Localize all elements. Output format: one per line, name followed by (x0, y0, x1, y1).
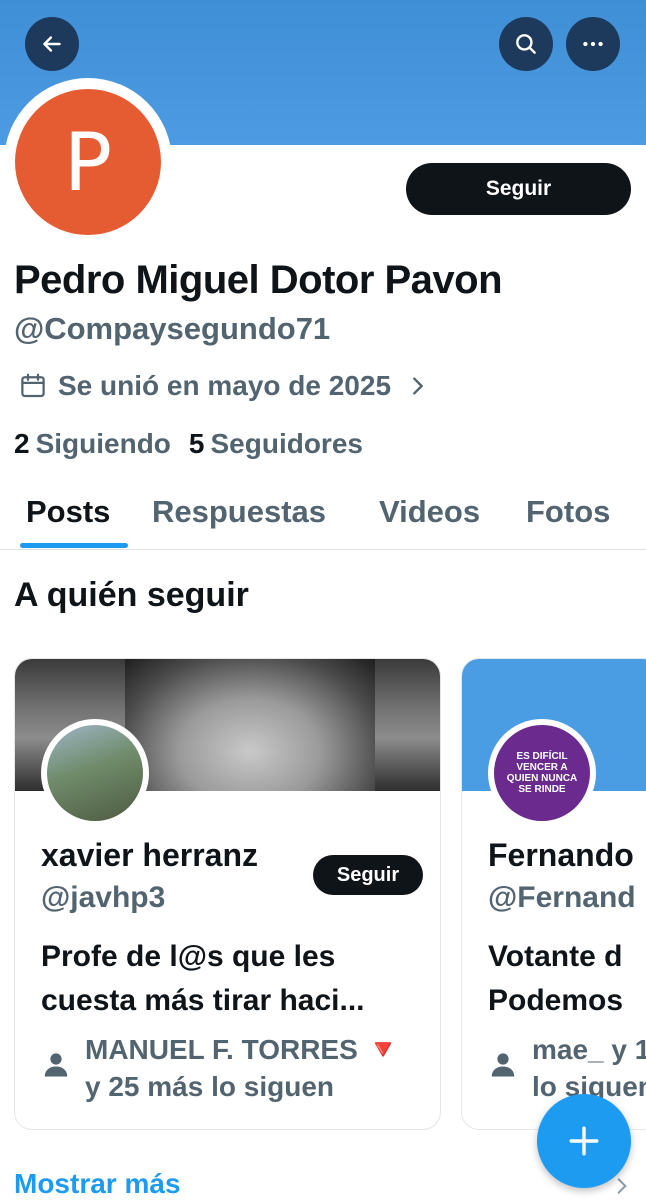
card-bio-line: Podemos (488, 984, 624, 1017)
followed-by: mae_ y 1 lo siguen (488, 1031, 646, 1105)
card-bio-line: cuesta más tirar haci... (41, 984, 365, 1017)
following-link[interactable]: 2 Siguiendo (14, 428, 171, 460)
card-handle: @Fernand (488, 881, 636, 914)
followers-label: Seguidores (210, 428, 363, 459)
follow-stats: 2 Siguiendo 5 Seguidores (14, 428, 363, 460)
card-avatar-ring (41, 719, 149, 827)
joined-date-row[interactable]: Se unió en mayo de 2025 (18, 370, 429, 402)
tab-videos[interactable]: Videos (379, 494, 480, 530)
tab-fotos[interactable]: Fotos (526, 494, 610, 530)
show-more-link[interactable]: Mostrar más (14, 1168, 181, 1200)
profile-name: Pedro Miguel Dotor Pavon (14, 258, 503, 302)
followers-link[interactable]: 5 Seguidores (189, 428, 363, 460)
suggestion-card[interactable]: xavier herranz @javhp3 Seguir Profe de l… (14, 658, 441, 1130)
avatar[interactable]: P (15, 89, 161, 235)
banner-photo (125, 659, 375, 791)
card-bio: Votante d Podemos (488, 935, 646, 1023)
back-button[interactable] (25, 17, 79, 71)
card-name: xavier herranz (41, 837, 259, 873)
more-horizontal-icon (583, 41, 603, 47)
avatar-shirt-text: ES DIFÍCIL VENCER A QUIEN NUNCA SE RINDE (506, 751, 578, 795)
card-name: Fernando (488, 837, 634, 873)
joined-date: Se unió en mayo de 2025 (58, 370, 392, 401)
arrow-left-icon (43, 36, 61, 52)
followed-by-line: MANUEL F. TORRES 🔻 (85, 1034, 401, 1065)
more-options-button[interactable] (566, 17, 620, 71)
calendar-icon (21, 373, 45, 398)
card-follow-button[interactable]: Seguir (313, 855, 423, 895)
search-button[interactable] (499, 17, 553, 71)
active-tab-indicator (20, 543, 128, 548)
followers-count: 5 (188, 428, 205, 459)
tab-posts[interactable]: Posts (26, 494, 110, 530)
avatar-letter: P (63, 115, 113, 209)
profile-handle: @Compaysegundo71 (14, 311, 331, 346)
following-count: 2 (14, 428, 30, 459)
search-icon (516, 34, 536, 54)
tab-respuestas[interactable]: Respuestas (152, 494, 326, 530)
followed-by-line: mae_ y 1 (532, 1034, 646, 1065)
followed-by: MANUEL F. TORRES 🔻 y 25 más lo siguen (41, 1031, 400, 1105)
following-label: Siguiendo (35, 428, 171, 459)
card-avatar-ring: ES DIFÍCIL VENCER A QUIEN NUNCA SE RINDE (488, 719, 596, 827)
follow-button-label: Seguir (485, 177, 552, 200)
card-avatar[interactable] (47, 725, 143, 821)
who-to-follow-title: A quién seguir (14, 576, 249, 614)
compose-button[interactable] (537, 1094, 631, 1188)
follow-button[interactable]: Seguir (406, 163, 631, 215)
chevron-right-icon (617, 1178, 627, 1194)
suggestion-card[interactable]: ES DIFÍCIL VENCER A QUIEN NUNCA SE RINDE… (461, 658, 646, 1130)
card-bio: Profe de l@s que les cuesta más tirar ha… (41, 935, 431, 1023)
card-bio-line: Profe de l@s que les (41, 940, 336, 973)
card-bio-line: Votante d (488, 940, 623, 973)
card-handle: @javhp3 (41, 881, 166, 914)
person-icon (44, 1053, 68, 1077)
person-icon (491, 1053, 515, 1077)
chevron-right-icon (413, 377, 423, 395)
card-follow-label: Seguir (336, 863, 400, 886)
profile-tabs: Posts Respuestas Videos Fotos (0, 490, 646, 550)
plus-icon (569, 1126, 599, 1156)
followed-by-line: y 25 más lo siguen (85, 1071, 334, 1102)
card-avatar[interactable]: ES DIFÍCIL VENCER A QUIEN NUNCA SE RINDE (494, 725, 590, 821)
